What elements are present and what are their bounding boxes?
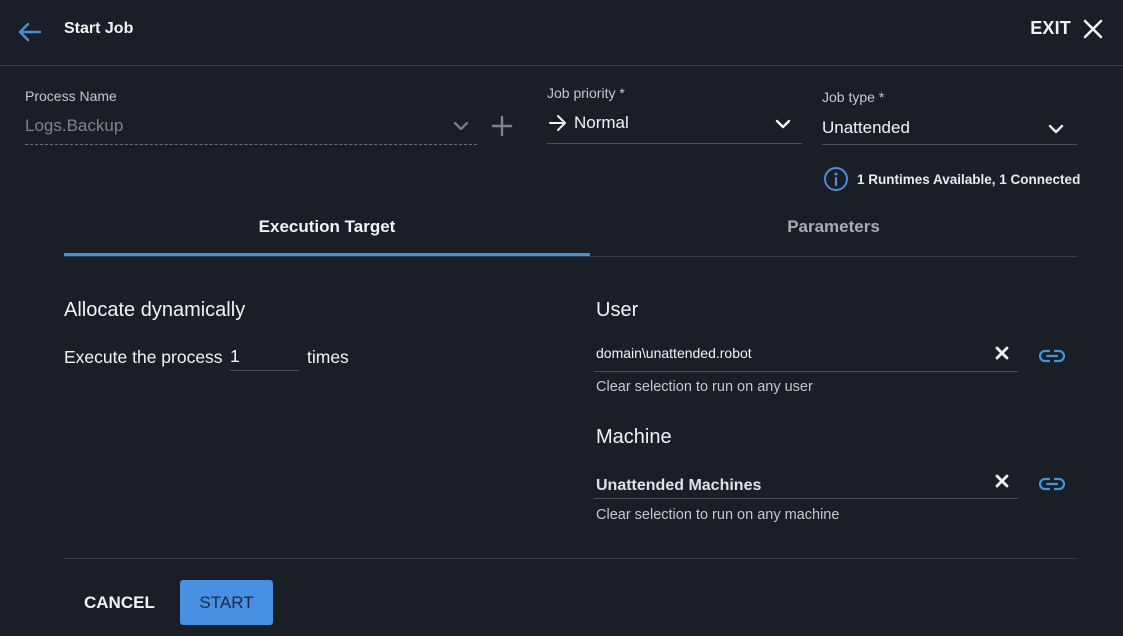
job-priority-value: Normal bbox=[574, 113, 629, 132]
execution-count-input[interactable] bbox=[230, 343, 299, 371]
footer-divider bbox=[64, 558, 1077, 559]
link-icon[interactable] bbox=[1038, 475, 1066, 493]
process-name-label: Process Name bbox=[25, 88, 117, 104]
execute-suffix-label: times bbox=[307, 347, 349, 367]
exit-button[interactable]: EXIT bbox=[1030, 18, 1103, 39]
user-picker[interactable]: domain\unattended.robot bbox=[594, 336, 1018, 372]
cancel-button[interactable]: CANCEL bbox=[84, 593, 155, 613]
machine-value: Unattended Machines bbox=[596, 477, 762, 494]
close-icon[interactable] bbox=[1083, 19, 1103, 39]
process-name-select[interactable]: Logs.Backup bbox=[25, 116, 123, 136]
machine-heading: Machine bbox=[596, 426, 672, 448]
tab-execution-target[interactable]: Execution Target bbox=[64, 205, 590, 256]
job-priority-label: Job priority * bbox=[547, 85, 625, 101]
process-name-underline bbox=[25, 144, 477, 145]
clear-icon[interactable] bbox=[994, 473, 1010, 489]
allocate-dynamically-heading: Allocate dynamically bbox=[64, 299, 246, 321]
execute-prefix-label: Execute the process bbox=[64, 347, 223, 367]
chevron-down-icon bbox=[775, 119, 791, 129]
runtime-info: 1 Runtimes Available, 1 Connected bbox=[823, 166, 1080, 192]
clear-icon[interactable] bbox=[994, 345, 1010, 361]
machine-picker[interactable]: Unattended Machines bbox=[594, 467, 1018, 499]
user-value: domain\unattended.robot bbox=[596, 345, 752, 361]
tab-bar: Execution Target Parameters bbox=[64, 205, 1077, 257]
job-type-select[interactable]: Unattended bbox=[822, 112, 1077, 145]
arrow-right-icon bbox=[549, 115, 566, 131]
plus-icon[interactable] bbox=[490, 114, 514, 138]
arrow-left-icon[interactable] bbox=[16, 20, 42, 44]
start-button[interactable]: START bbox=[180, 580, 273, 625]
exit-label: EXIT bbox=[1030, 18, 1071, 38]
dialog-header: Start Job EXIT bbox=[0, 0, 1123, 66]
job-type-label: Job type * bbox=[822, 89, 885, 105]
chevron-down-icon bbox=[1048, 124, 1064, 134]
job-priority-select[interactable]: Normal bbox=[547, 110, 802, 144]
machine-hint: Clear selection to run on any machine bbox=[596, 507, 840, 523]
user-heading: User bbox=[596, 299, 639, 321]
job-type-value: Unattended bbox=[822, 118, 910, 137]
chevron-down-icon[interactable] bbox=[452, 117, 470, 135]
info-icon bbox=[824, 167, 848, 191]
tab-parameters[interactable]: Parameters bbox=[570, 205, 1097, 256]
user-hint: Clear selection to run on any user bbox=[596, 379, 813, 395]
dialog-title: Start Job bbox=[64, 20, 134, 37]
start-job-dialog: Start Job EXIT Process Name Logs.Backup … bbox=[0, 0, 1123, 636]
link-icon[interactable] bbox=[1038, 347, 1066, 365]
runtime-info-text: 1 Runtimes Available, 1 Connected bbox=[857, 171, 1081, 187]
